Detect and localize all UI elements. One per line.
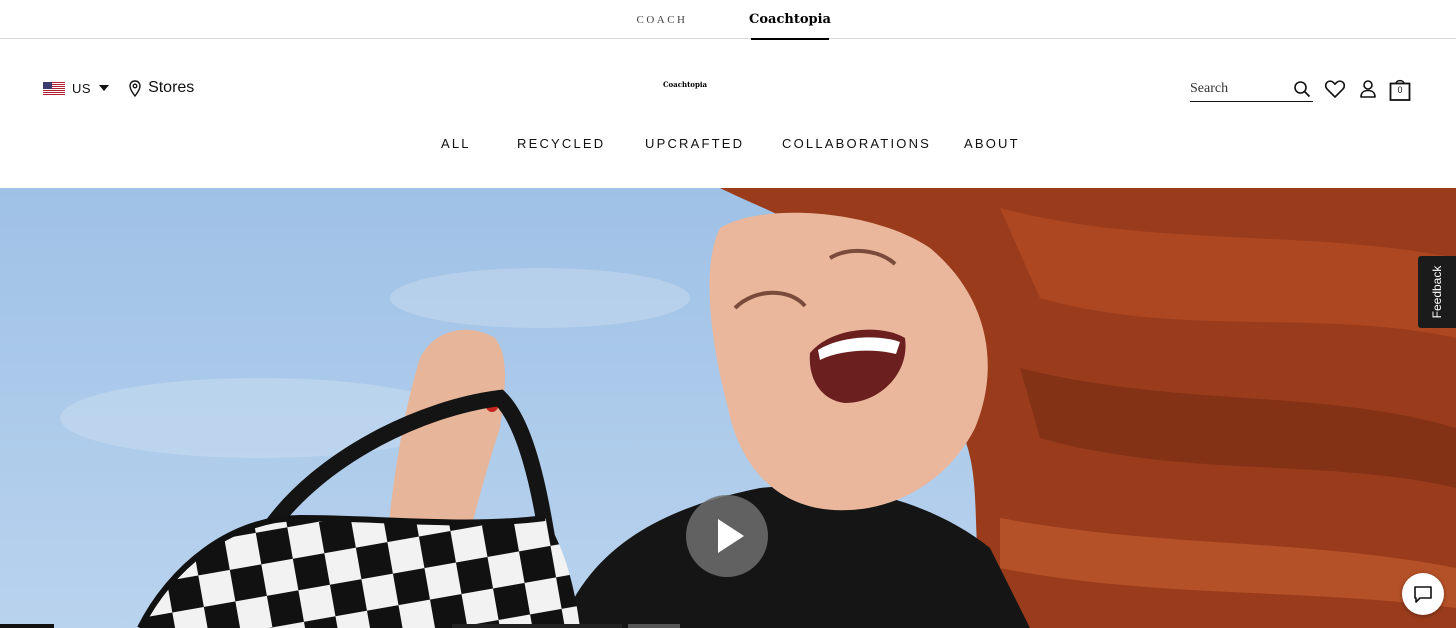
us-flag-icon bbox=[43, 81, 65, 95]
shopping-bag-button[interactable]: 0 bbox=[1388, 76, 1412, 102]
site-logo[interactable]: Coachtopia bbox=[645, 80, 725, 89]
brand-tab-coachtopia[interactable]: Coachtopia bbox=[748, 0, 832, 40]
carousel-progress-segment bbox=[0, 624, 54, 628]
bag-count: 0 bbox=[1397, 85, 1403, 95]
search-placeholder: Search bbox=[1190, 81, 1229, 96]
chevron-down-icon bbox=[99, 85, 110, 91]
hero-video[interactable] bbox=[0, 188, 1456, 628]
chat-button[interactable] bbox=[1402, 573, 1444, 615]
header-utilities-left: US Stores bbox=[43, 76, 194, 100]
nav-item-recycled[interactable]: RECYCLED bbox=[517, 136, 605, 151]
chat-icon bbox=[1414, 586, 1432, 603]
feedback-label: Feedback bbox=[1430, 265, 1444, 319]
nav-item-all[interactable]: ALL bbox=[441, 136, 471, 151]
main-nav: ALL RECYCLED UPCRAFTED COLLABORATIONS AB… bbox=[0, 136, 1456, 156]
locale-selector[interactable]: US bbox=[43, 80, 110, 96]
account-icon[interactable] bbox=[1357, 78, 1379, 100]
location-pin-icon bbox=[129, 79, 141, 97]
brand-tab-coach[interactable]: COACH bbox=[616, 0, 708, 39]
stores-link[interactable]: Stores bbox=[129, 79, 194, 97]
heart-icon[interactable] bbox=[1324, 78, 1346, 100]
stores-label: Stores bbox=[148, 79, 195, 96]
carousel-progress-segment bbox=[628, 624, 680, 628]
search-input[interactable]: Search bbox=[1190, 78, 1313, 102]
brand-switcher: COACH Coachtopia bbox=[0, 0, 1456, 40]
play-icon bbox=[718, 519, 744, 553]
locale-label: US bbox=[72, 80, 92, 96]
nav-item-upcrafted[interactable]: UPCRAFTED bbox=[645, 136, 744, 151]
nav-item-collaborations[interactable]: COLLABORATIONS bbox=[782, 136, 931, 151]
play-button[interactable] bbox=[686, 495, 768, 577]
search-icon[interactable] bbox=[1293, 80, 1311, 98]
nav-item-about[interactable]: ABOUT bbox=[964, 136, 1020, 151]
carousel-progress-segment bbox=[452, 624, 622, 628]
feedback-tab[interactable]: Feedback bbox=[1418, 256, 1456, 328]
